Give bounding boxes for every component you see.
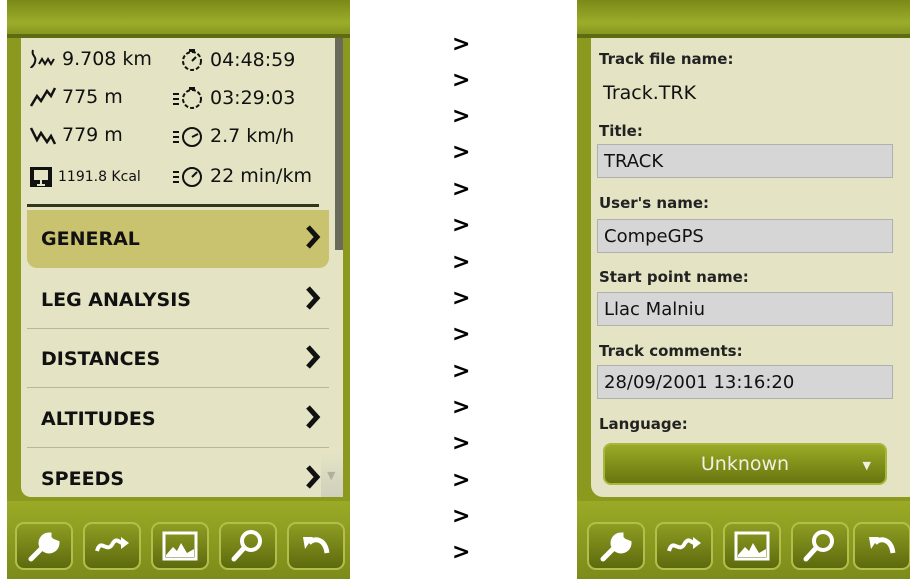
- arrow: >: [452, 359, 471, 384]
- stat-distance: 9.708 km: [29, 48, 152, 70]
- arrow: >: [452, 32, 471, 57]
- menu-item-leg-analysis[interactable]: LEG ANALYSIS: [27, 271, 329, 329]
- track-stats-panel: 9.708 km 04:48:59 775 m 03:29:03 779 m 2…: [7, 0, 350, 579]
- profile-button[interactable]: [151, 522, 209, 570]
- menu-item-speeds[interactable]: SPEEDS: [27, 450, 329, 508]
- arrow: >: [452, 540, 471, 565]
- back-button[interactable]: [853, 522, 910, 570]
- menu-item-distances[interactable]: DISTANCES: [27, 330, 329, 388]
- scroll-down-arrow[interactable]: ▼: [321, 453, 343, 497]
- track-button[interactable]: [655, 522, 713, 570]
- bottom-toolbar: [7, 501, 350, 579]
- settings-wrench-icon: [600, 532, 632, 562]
- ascent-icon: [29, 87, 57, 107]
- start-point-label: Start point name:: [599, 268, 749, 286]
- track-comments-field[interactable]: 28/09/2001 13:16:20: [597, 365, 893, 399]
- track-icon: [667, 537, 701, 552]
- track-icon: [95, 537, 129, 552]
- profile-chart-icon: [162, 531, 198, 561]
- scroll-down-icon: ▼: [327, 469, 336, 482]
- arrow: >: [452, 140, 471, 165]
- users-name-field[interactable]: CompeGPS: [597, 219, 893, 253]
- track-info-content: Track file name: Track.TRK Title: TRACK …: [591, 38, 910, 497]
- arrow: >: [452, 104, 471, 129]
- search-icon: [231, 530, 262, 562]
- arrow: >: [452, 177, 471, 202]
- stat-calories: 1191.8 Kcal: [29, 166, 141, 188]
- settings-button[interactable]: [15, 522, 73, 570]
- chevron-right-icon: [306, 405, 321, 429]
- menu-item-general[interactable]: GENERAL: [27, 210, 329, 268]
- arrow: >: [452, 68, 471, 93]
- top-bar: [7, 0, 350, 38]
- chevron-right-icon: [306, 225, 321, 249]
- speed-icon: [173, 127, 202, 147]
- title-field[interactable]: TRACK: [597, 144, 893, 178]
- users-name-label: User's name:: [599, 194, 710, 212]
- arrow: >: [452, 286, 471, 311]
- profile-button[interactable]: [723, 522, 781, 570]
- stat-ascent: 775 m: [29, 86, 123, 108]
- track-info-panel: Track file name: Track.TRK Title: TRACK …: [577, 0, 910, 579]
- pace-icon: [173, 167, 202, 187]
- stats-content: 9.708 km 04:48:59 775 m 03:29:03 779 m 2…: [21, 38, 343, 497]
- arrow: >: [452, 213, 471, 238]
- track-button[interactable]: [83, 522, 141, 570]
- chevron-right-icon: [306, 465, 321, 489]
- arrow: >: [452, 504, 471, 529]
- start-point-field[interactable]: Llac Malniu: [597, 292, 893, 326]
- track-comments-label: Track comments:: [599, 342, 743, 360]
- stat-total-time: 04:48:59: [179, 48, 295, 72]
- search-button[interactable]: [791, 522, 849, 570]
- arrow: >: [452, 431, 471, 456]
- settings-button[interactable]: [587, 522, 645, 570]
- stopwatch-icon: [182, 49, 202, 71]
- bottom-toolbar: [577, 501, 910, 579]
- arrow: >: [452, 250, 471, 275]
- calories-icon: [30, 167, 52, 187]
- stat-pace: 22 min/km: [171, 164, 312, 188]
- menu-item-altitudes[interactable]: ALTITUDES: [27, 390, 329, 448]
- divider: [27, 204, 319, 207]
- stat-avg-speed: 2.7 km/h: [171, 124, 294, 148]
- arrow: >: [452, 322, 471, 347]
- back-icon: [303, 537, 330, 554]
- search-button[interactable]: [219, 522, 277, 570]
- track-file-name-value: Track.TRK: [603, 82, 697, 104]
- stat-descent: 779 m: [29, 124, 123, 146]
- settings-wrench-icon: [28, 532, 60, 562]
- moving-time-icon: [173, 87, 202, 109]
- chevron-down-icon: ▼: [862, 459, 871, 472]
- language-label: Language:: [599, 415, 688, 433]
- chevron-right-icon: [306, 286, 321, 310]
- title-label: Title:: [599, 122, 643, 140]
- chevron-right-icon: [306, 345, 321, 369]
- arrow: >: [452, 395, 471, 420]
- arrow: >: [452, 468, 471, 493]
- stat-moving-time: 03:29:03: [171, 86, 295, 110]
- top-bar: [577, 0, 910, 38]
- search-icon: [803, 530, 834, 562]
- back-button[interactable]: [287, 522, 345, 570]
- back-icon: [869, 537, 896, 554]
- language-dropdown[interactable]: Unknown ▼: [603, 443, 887, 485]
- descent-icon: [29, 127, 57, 145]
- scrollbar[interactable]: [335, 38, 343, 250]
- distance-icon: [30, 49, 55, 69]
- profile-chart-icon: [734, 531, 770, 561]
- track-file-name-label: Track file name:: [599, 50, 734, 68]
